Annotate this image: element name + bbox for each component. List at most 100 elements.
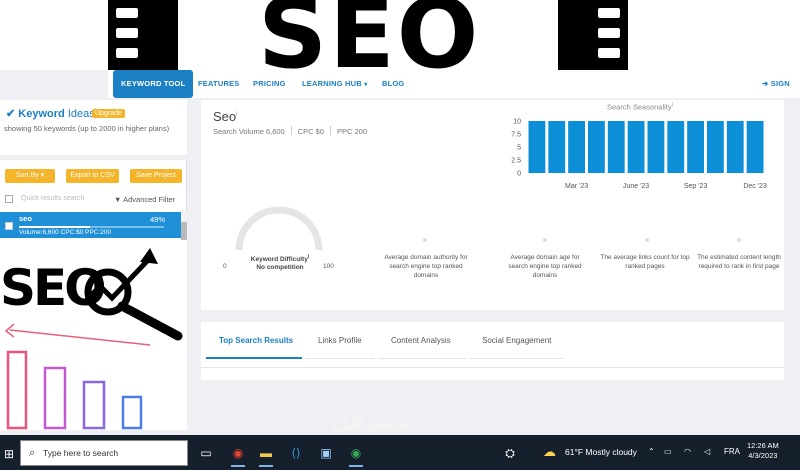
title-keyword: Keyword <box>18 108 65 120</box>
weather-icon[interactable]: ☁ <box>543 444 556 460</box>
x-tick-label: Sep '23 <box>684 183 708 190</box>
keyword-difficulty-text: Keyword Difficulty <box>250 256 308 264</box>
sign-in-link[interactable]: ➔ SIGN IN <box>762 70 800 116</box>
windows-start-icon[interactable]: ⊞ <box>4 447 14 461</box>
domain-age-text: Average domain age for search engine top… <box>508 254 582 279</box>
seasonality-bar <box>588 121 605 173</box>
divider <box>201 367 784 368</box>
sort-by-button[interactable]: Sort By ▾ <box>5 169 55 183</box>
seasonality-bar <box>726 121 744 173</box>
seasonality-bar <box>687 121 704 173</box>
keyword-difficulty-label: Keyword Difficultyi <box>249 254 311 263</box>
nav-pricing[interactable]: PRICING <box>253 70 286 98</box>
y-tick-label: 0 <box>517 171 521 178</box>
y-tick-label: 5 <box>517 145 521 152</box>
check-icon: ✔ <box>6 108 16 120</box>
keyword-count-text: showing 50 keywords (up to 2000 in highe… <box>4 124 170 133</box>
x-tick-label: June '23 <box>623 183 649 190</box>
keyword-title: Seoi <box>213 109 237 124</box>
nav-features[interactable]: FEATURES <box>198 70 239 98</box>
watermark-logo: مستقل <box>330 410 411 435</box>
clock[interactable]: 12:26 AM 4/3/2023 <box>747 441 779 461</box>
chevron-down-icon: ▾ <box>40 172 45 179</box>
network-icon[interactable]: ▭ <box>664 447 672 456</box>
seasonality-bar <box>647 121 665 173</box>
bar-outline-4 <box>121 395 143 430</box>
tab-content-analysis[interactable]: Content Analysis <box>391 336 451 345</box>
pink-arrow-line <box>9 329 151 346</box>
magnifier-handle <box>117 301 183 341</box>
nav-learning-hub-label: LEARNING HUB <box>302 79 362 88</box>
task-view-icon[interactable]: ▭ <box>196 443 216 463</box>
film-hole <box>116 8 138 18</box>
quick-search-input[interactable]: Quick results search <box>21 195 84 202</box>
volume-icon[interactable]: ◁ <box>704 447 710 456</box>
y-tick-label: 10 <box>513 119 521 126</box>
advanced-filter-label: Advanced Filter <box>123 195 176 204</box>
keyword-ideas-header: ✔ Keyword Ideasi Upgrade showing 50 keyw… <box>0 100 187 155</box>
upgrade-button[interactable]: Upgrade <box>92 109 125 118</box>
gauge-max: 100 <box>323 263 334 270</box>
chrome-icon[interactable]: ◉ <box>346 443 366 467</box>
film-hole <box>598 28 620 38</box>
nav-blog[interactable]: BLOG <box>382 70 404 98</box>
seasonality-bar <box>746 121 764 173</box>
sort-by-label: Sort By <box>15 172 39 179</box>
trend-arrowhead <box>140 248 158 264</box>
tab-social-engagement[interactable]: Social Engagement <box>482 336 551 345</box>
gauge-arc <box>235 206 323 251</box>
film-hole <box>598 8 620 18</box>
wifi-icon[interactable]: ◠ <box>684 447 691 456</box>
info-icon[interactable]: i <box>308 254 309 260</box>
x-tick-label: Mar '23 <box>565 183 588 190</box>
row-checkbox[interactable] <box>5 222 13 230</box>
taskbar-search-placeholder: Type here to search <box>43 448 119 458</box>
seasonality-title: Search Seasonalityi <box>607 102 673 112</box>
pending-indicator <box>645 238 649 242</box>
seo-illustration: SEO <box>0 240 187 430</box>
difficulty-gauge <box>235 206 323 251</box>
language-indicator[interactable]: FRA <box>724 447 740 456</box>
divider <box>329 126 331 135</box>
row-percent: 49% <box>150 215 166 224</box>
save-project-button[interactable]: Save Project <box>130 169 182 183</box>
seasonality-bar <box>568 121 585 173</box>
tab-top-search-results[interactable]: Top Search Results <box>219 336 293 345</box>
info-icon[interactable]: i <box>236 112 237 118</box>
chrome-icon[interactable]: ◉ <box>228 443 248 467</box>
select-all-checkbox[interactable] <box>5 195 13 203</box>
advanced-filter-button[interactable]: ▼ Advanced Filter <box>114 195 175 204</box>
keyword-ideas-title: ✔ Keyword Ideasi <box>6 107 96 120</box>
taskbar-search-input[interactable]: ⌕ Type here to search <box>20 440 188 466</box>
tab-links-profile[interactable]: Links Profile <box>318 336 362 345</box>
seasonality-chart: 0 2.5 5 7.5 10 Mar '23 June '23 Sep '23 Dec '23 <box>511 119 767 191</box>
nav-learning-hub[interactable]: LEARNING HUB ▾ <box>302 70 367 98</box>
title-ideas: Ideas <box>67 108 95 120</box>
clock-date: 4/3/2023 <box>748 451 778 460</box>
vscode-icon[interactable]: ⟨⟩ <box>286 443 306 463</box>
export-csv-button[interactable]: Export to CSV <box>66 169 119 183</box>
seasonality-bar <box>607 121 625 173</box>
chevron-up-icon[interactable]: ⌃ <box>648 447 655 456</box>
keyword-metrics: Search Volume 6,600 CPC $0 PPC 200 <box>213 126 367 136</box>
filter-icon: ▼ <box>114 195 122 204</box>
seasonality-bar <box>548 121 566 173</box>
y-tick-label: 2.5 <box>511 158 521 165</box>
content-length-text: The estimated content length required to… <box>697 254 781 270</box>
row-progress-fill <box>19 226 91 228</box>
film-hole <box>116 28 138 38</box>
tab-underline <box>471 358 564 359</box>
app-window-icon[interactable]: ▣ <box>316 443 336 463</box>
nav-keyword-tool[interactable]: KEYWORD TOOL <box>113 70 194 98</box>
y-tick-label: 7.5 <box>511 132 521 139</box>
file-explorer-icon[interactable]: ▬ <box>256 443 276 467</box>
weather-text[interactable]: 61°F Mostly cloudy <box>565 447 637 457</box>
analysis-tabs-card: Top Search Results Links Profile Content… <box>201 322 784 380</box>
seasonality-bar <box>627 121 645 173</box>
info-icon[interactable]: i <box>672 102 673 108</box>
bar-outline-2 <box>43 366 67 430</box>
people-icon[interactable]: ⛭ <box>500 443 520 463</box>
seasonality-bar <box>528 121 546 173</box>
bar-outline-3 <box>82 380 106 430</box>
seo-art-graphic <box>4 248 183 430</box>
